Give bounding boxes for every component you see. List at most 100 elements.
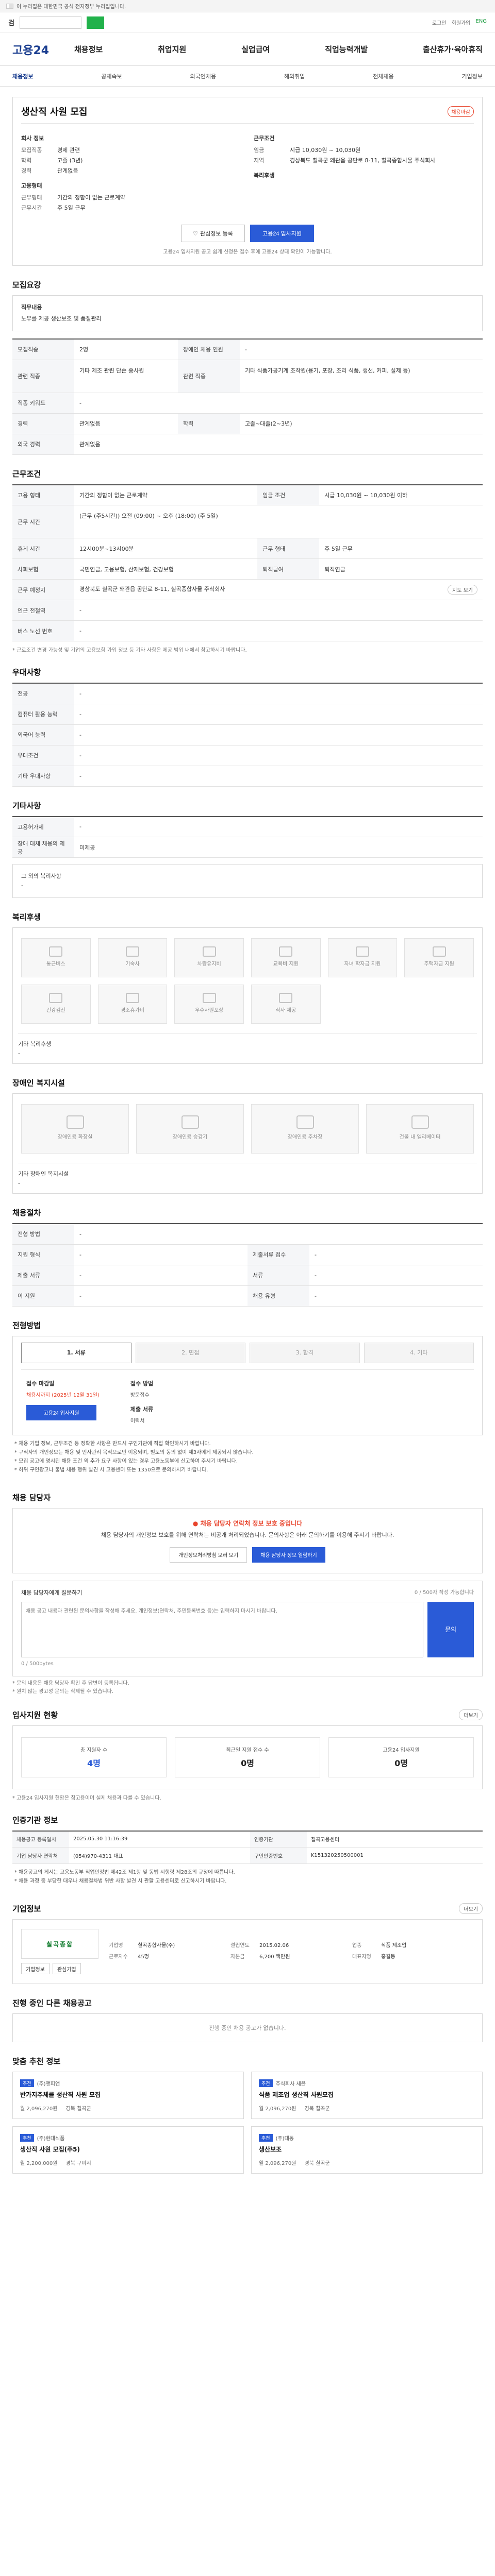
table-row: 모집직종 2명 장애인 채용 인원 -: [12, 339, 483, 360]
gnb-item-leave[interactable]: 출산휴가·육아휴직: [423, 44, 483, 55]
stats-more-link[interactable]: 더보기: [459, 1709, 483, 1720]
gov-banner-text: 이 누리집은 대한민국 공식 전자정부 누리집입니다.: [16, 4, 126, 10]
company-field: 기업명 칠곡종합사물(주): [109, 1943, 175, 1948]
disability-grid: 장애인용 화장실 장애인용 승강기 장애인용 주차장 건물 내 엘리베이터: [18, 1099, 477, 1159]
recommend-card[interactable]: 추천 (주)앤피앤 반가지주체를 생산직 사원 모집 월 2,096,270원 경북…: [12, 2072, 244, 2119]
recommend-card[interactable]: 추천 (주)현대식품 생산직 사원 모집(주5) 월 2,200,000원 경북 구…: [12, 2126, 244, 2174]
table-row: 고용허가제 -: [12, 816, 483, 837]
welfare-item: 건강검진: [21, 985, 91, 1024]
requirement-table: 모집직종 2명 장애인 채용 인원 - 관련 직종 기타 제조 관련 단순 종사원 관련 …: [12, 338, 483, 455]
agency-table: 채용공고 등록일시 2025.05.30 11:16:39 인증기관 칠곡고용센터 기…: [12, 1830, 483, 1864]
stats-note: * 고용24 입사지원 현황은 참고용이며 실제 채용과 다를 수 있습니다.: [12, 1795, 161, 1801]
extra-label: 복리후생: [254, 172, 275, 179]
table-row: 직종 키워드 -: [12, 393, 483, 414]
qna-textarea[interactable]: [21, 1601, 423, 1657]
view-manager-button[interactable]: 채용 담당자 정보 열람하기: [252, 1547, 325, 1563]
disability-box: 장애인용 화장실 장애인용 승강기 장애인용 주차장 건물 내 엘리베이터 기타…: [12, 1093, 483, 1194]
map-button[interactable]: 지도 보기: [448, 585, 477, 595]
company-label: 회사 정보: [21, 135, 44, 142]
step-item: 2. 면접: [135, 1342, 245, 1363]
snb-item-company[interactable]: 기업정보: [461, 72, 482, 80]
company-info-button[interactable]: 기업정보: [21, 1963, 50, 1974]
table-row: 전형 방법 -: [12, 1224, 483, 1245]
utility-search-button[interactable]: [86, 16, 104, 29]
procedure-table: 전형 방법 - 지원 형식 - 제출서류 접수 - 제출 서류 - 서류 - 이 지원 - 채용 …: [12, 1223, 483, 1307]
language-link[interactable]: ENG: [475, 19, 487, 26]
flag-icon: [6, 3, 13, 9]
welfare-item: 식사 제공: [251, 985, 321, 1024]
recommend-grid: 추천 (주)앤피앤 반가지주체를 생산직 사원 모집 월 2,096,270원 경북…: [12, 2072, 483, 2174]
signup-link[interactable]: 회원가입: [452, 19, 471, 26]
snb-item-open[interactable]: 공채속보: [101, 72, 122, 80]
welfare-item: 차량유지비: [174, 938, 244, 977]
table-row: 고용 형태 기간의 정함이 없는 근로계약 임금 조건 시급 10,030원 ~ 10…: [12, 484, 483, 505]
table-row: 근무 예정지 경상북도 칠곡군 왜관읍 공단로 8-11, 칠곡종합사물 주식회사…: [12, 579, 483, 600]
table-row: 채용공고 등록일시 2025.05.30 11:16:39 인증기관 칠곡고용센터: [12, 1831, 483, 1848]
company-more-link[interactable]: 더보기: [459, 1903, 483, 1914]
stats-grid: 총 지원자 수 4명 최근일 지원 접수 수 0명 고용24 입사지원 0명: [12, 1725, 483, 1789]
summary-actions: ♡ 관심정보 등록 고용24 입사지원: [21, 225, 474, 242]
section-title: 장애인 복지시설: [12, 1078, 65, 1088]
apply-notes: * 채용 기업 정보, 근무조건 등 정확한 사항은 반드시 구인기관에 직접 …: [14, 1440, 254, 1473]
task-box: 직무내용 노무를 제공 생산보조 및 품질관리: [12, 295, 483, 331]
summary-header: 생산직 사원 모집 채용마감: [21, 105, 474, 124]
gnb-item-benefit[interactable]: 실업급여: [241, 44, 270, 55]
table-row: 휴게 시간 12시00분~13시00분 근무 형태 주 5일 근무: [12, 538, 483, 559]
gnb-item-jobs[interactable]: 채용정보: [74, 44, 103, 55]
status-badge: 채용마감: [448, 106, 474, 117]
qna-submit-button[interactable]: 문의: [427, 1601, 474, 1657]
conditions-section: 근무조건 고용 형태 기간의 정함이 없는 근로계약 임금 조건 시급 10,030원…: [12, 468, 483, 653]
apply-deadline: 채용시까지 (2025년 12월 31일): [26, 1392, 100, 1398]
other-etc-value: -: [21, 882, 23, 889]
other-jobs-empty: 진행 중인 채용 공고가 없습니다.: [12, 2013, 483, 2042]
utility-search-input[interactable]: [19, 16, 81, 29]
table-row: 전공 -: [12, 683, 483, 704]
login-link[interactable]: 로그인: [432, 19, 447, 26]
utility-bar: 검 로그인 회원가입 ENG: [0, 12, 495, 33]
gov-banner: 이 누리집은 대한민국 공식 전자정부 누리집입니다.: [0, 0, 495, 12]
company-info: 기업명 칠곡종합사물(주) 설립연도 2015.02.06 업종 식품 제조업 근로자…: [109, 1940, 474, 1963]
gnb-item-support[interactable]: 취업지원: [158, 44, 186, 55]
qna-form: 문의: [21, 1601, 474, 1657]
snb-item-jobs[interactable]: 채용정보: [12, 72, 33, 80]
preference-table: 전공 - 컴퓨터 활용 능력 - 외국어 능력 - 우대조건 - 기타 우대사항 -: [12, 683, 483, 787]
warning-icon: ●: [192, 1519, 201, 1527]
gnb-menu: 채용정보 취업지원 실업급여 직업능력개발 출산휴가·육아휴직: [74, 44, 483, 55]
company-fav-button[interactable]: 관심기업: [52, 1963, 81, 1974]
welfare-etc-value: -: [18, 1050, 20, 1057]
qna-tips: * 문의 내용은 채용 담당자 확인 후 답변이 등록됩니다. * 원치 않는 …: [12, 1680, 129, 1694]
apply-button[interactable]: 고용24 입사지원: [250, 225, 314, 242]
company-field: 업종 식품 제조업: [352, 1943, 407, 1948]
summary-right: 근무조건 임금 시급 10,030원 ~ 10,030원 지역 경상북도 칠곡군 왜…: [254, 129, 474, 213]
section-title: 우대사항: [12, 668, 41, 677]
recommend-card[interactable]: 추천 주식회사 세윤 식품 제조업 생산직 사원모집 월 2,096,270원 경북…: [251, 2072, 483, 2119]
stats-section: 입사지원 현황 더보기 총 지원자 수 4명 최근일 지원 접수 수 0명 고용24 …: [12, 1709, 483, 1801]
table-row: 기업 담당자 연락처 (054)970-4311 대표 구인인증번호 K1513202…: [12, 1847, 483, 1864]
section-title: 인증기관 정보: [12, 1815, 58, 1825]
summary-grid: 회사 정보 모집직종 경제 관련 학력 고졸 (3년) 경력 관계없음 고용형태 근무…: [21, 129, 474, 213]
table-row: 기타 우대사항 -: [12, 766, 483, 787]
cond-label: 고용형태: [21, 182, 42, 189]
parking-icon: [296, 1115, 314, 1129]
snb-item-foreign[interactable]: 외국인채용: [190, 72, 217, 80]
elevator-icon: [181, 1115, 199, 1129]
site-logo[interactable]: 고용24: [12, 41, 74, 58]
snb-item-all[interactable]: 전체채용: [373, 72, 393, 80]
welfare-box: 통근버스 기숙사 차량유지비 교육비 지원 자녀 학자금 지원 주택자금 지원 …: [12, 927, 483, 1064]
sub-nav: 채용정보 공채속보 외국인채용 해외취업 전체채용 기업정보: [0, 66, 495, 87]
qna-label: 채용 담당자에게 질문하기: [21, 1589, 82, 1596]
snb-item-overseas[interactable]: 해외취업: [284, 72, 305, 80]
manager-alert: ● 채용 담당자 연락처 정보 보호 중입니다 채용 담당자의 개인정보 보호를…: [12, 1507, 483, 1573]
apply-submit-button[interactable]: 고용24 입사지원: [26, 1404, 96, 1420]
restroom-icon: [66, 1115, 84, 1129]
scrap-button[interactable]: ♡ 관심정보 등록: [181, 225, 245, 242]
summary-row: 경력 관계없음: [21, 167, 78, 174]
global-nav: 고용24 채용정보 취업지원 실업급여 직업능력개발 출산휴가·육아휴직: [0, 33, 495, 66]
recommend-card[interactable]: 추천 (주)대동 생산보조 월 2,096,270원 경북 칠곡군: [251, 2126, 483, 2174]
welfare-item: 교육비 지원: [251, 938, 321, 977]
company-card: 칠곡종합 기업정보 관심기업 기업명 칠곡종합사물(주) 설립연도 2015.02.…: [12, 1919, 483, 1984]
step-item: 1. 서류: [21, 1342, 131, 1363]
gnb-item-training[interactable]: 직업능력개발: [325, 44, 368, 55]
privacy-button[interactable]: 개인정보처리방침 보러 보기: [170, 1547, 248, 1563]
table-row: 사회보험 국민연금, 고용보험, 산재보험, 건강보험 퇴직급여 퇴직연금: [12, 558, 483, 580]
